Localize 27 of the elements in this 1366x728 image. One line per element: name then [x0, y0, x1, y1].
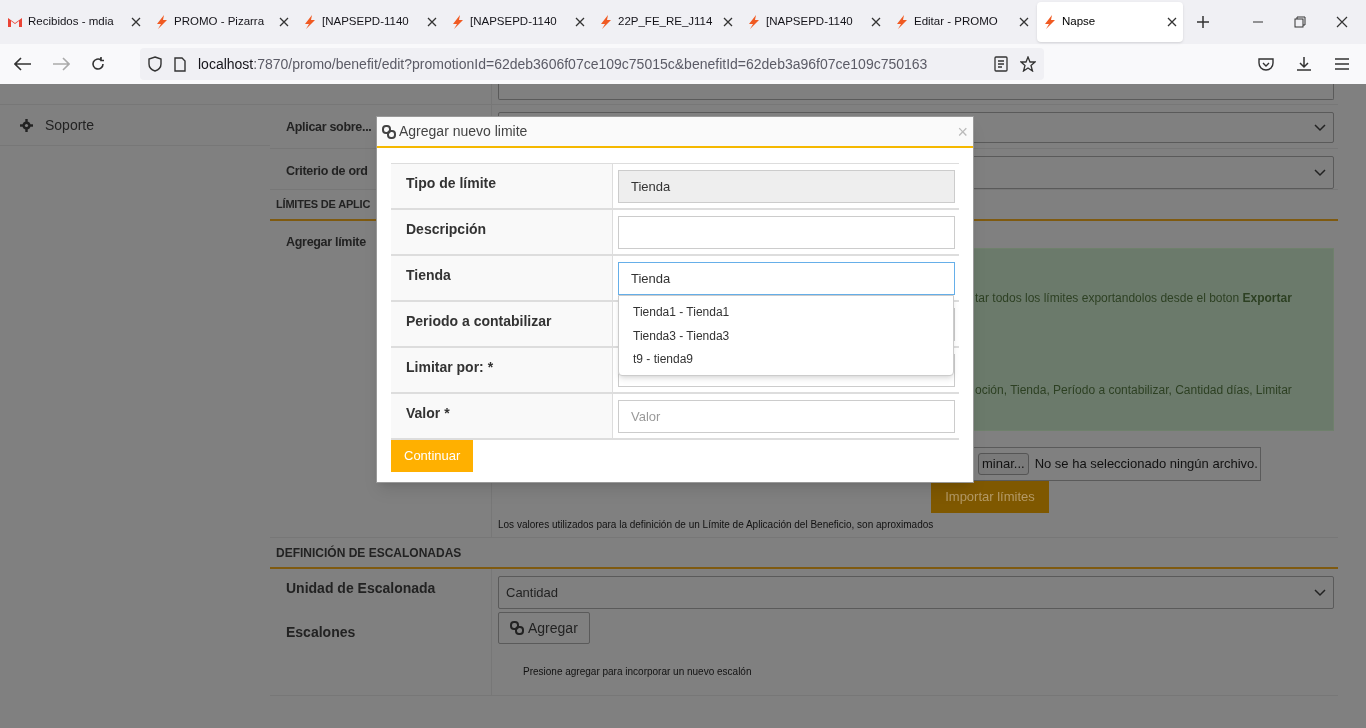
field-label: Agregar límite [286, 234, 366, 251]
tab-title: 22P_FE_RE_J114 [618, 14, 714, 30]
tab-title: Editar - PROMO [914, 14, 999, 30]
field-label: Tipo de límite [391, 164, 612, 208]
tab-title: PROMO - Pizarra [174, 14, 266, 30]
field-label: Escalones [286, 623, 357, 642]
field-label: Descripción [391, 210, 612, 254]
section-title: DEFINICIÓN DE ESCALONADAS [276, 544, 462, 562]
field-label: Aplicar sobre... [286, 119, 372, 136]
field-label: Periodo a contabilizar [391, 302, 612, 346]
tab-title: [NAPSEPD-1140 [766, 14, 854, 30]
field-label: Unidad de Escalonada [286, 579, 437, 598]
note-text: Los valores utilizados para la definición de un Límite de Aplicación del Beneficio, son aproximados [498, 518, 935, 532]
tab-title: Napse [1062, 14, 1097, 30]
tab-title: [NAPSEPD-1140 [470, 14, 558, 30]
tab-title: Recibidos - mdia [28, 14, 115, 30]
note-text: Presione agregar para incorporar un nuevo escalón [523, 665, 752, 679]
url-text: localhost:7870/promo/benefit/edit?promotionId=62deb3606f07ce109c75015c&benefitId=62deb3a96f07ce109c750163 [198, 54, 929, 74]
field-label: Limitar por: * [391, 348, 612, 392]
info-text: oción, Tienda, Período a contabilizar, Cantidad días, Limitar [975, 382, 1293, 399]
field-label: Valor * [391, 394, 612, 438]
info-text: tar todos los límites exportandolos desde el boton Exportar [975, 290, 1293, 307]
dialog-title: Agregar nuevo limite [399, 122, 528, 141]
section-title: LÍMITES DE APLIC [276, 197, 371, 213]
field-label: Tienda [391, 256, 612, 300]
tab-title: [NAPSEPD-1140 [322, 14, 410, 30]
field-label: Criterio de ord [286, 163, 368, 180]
